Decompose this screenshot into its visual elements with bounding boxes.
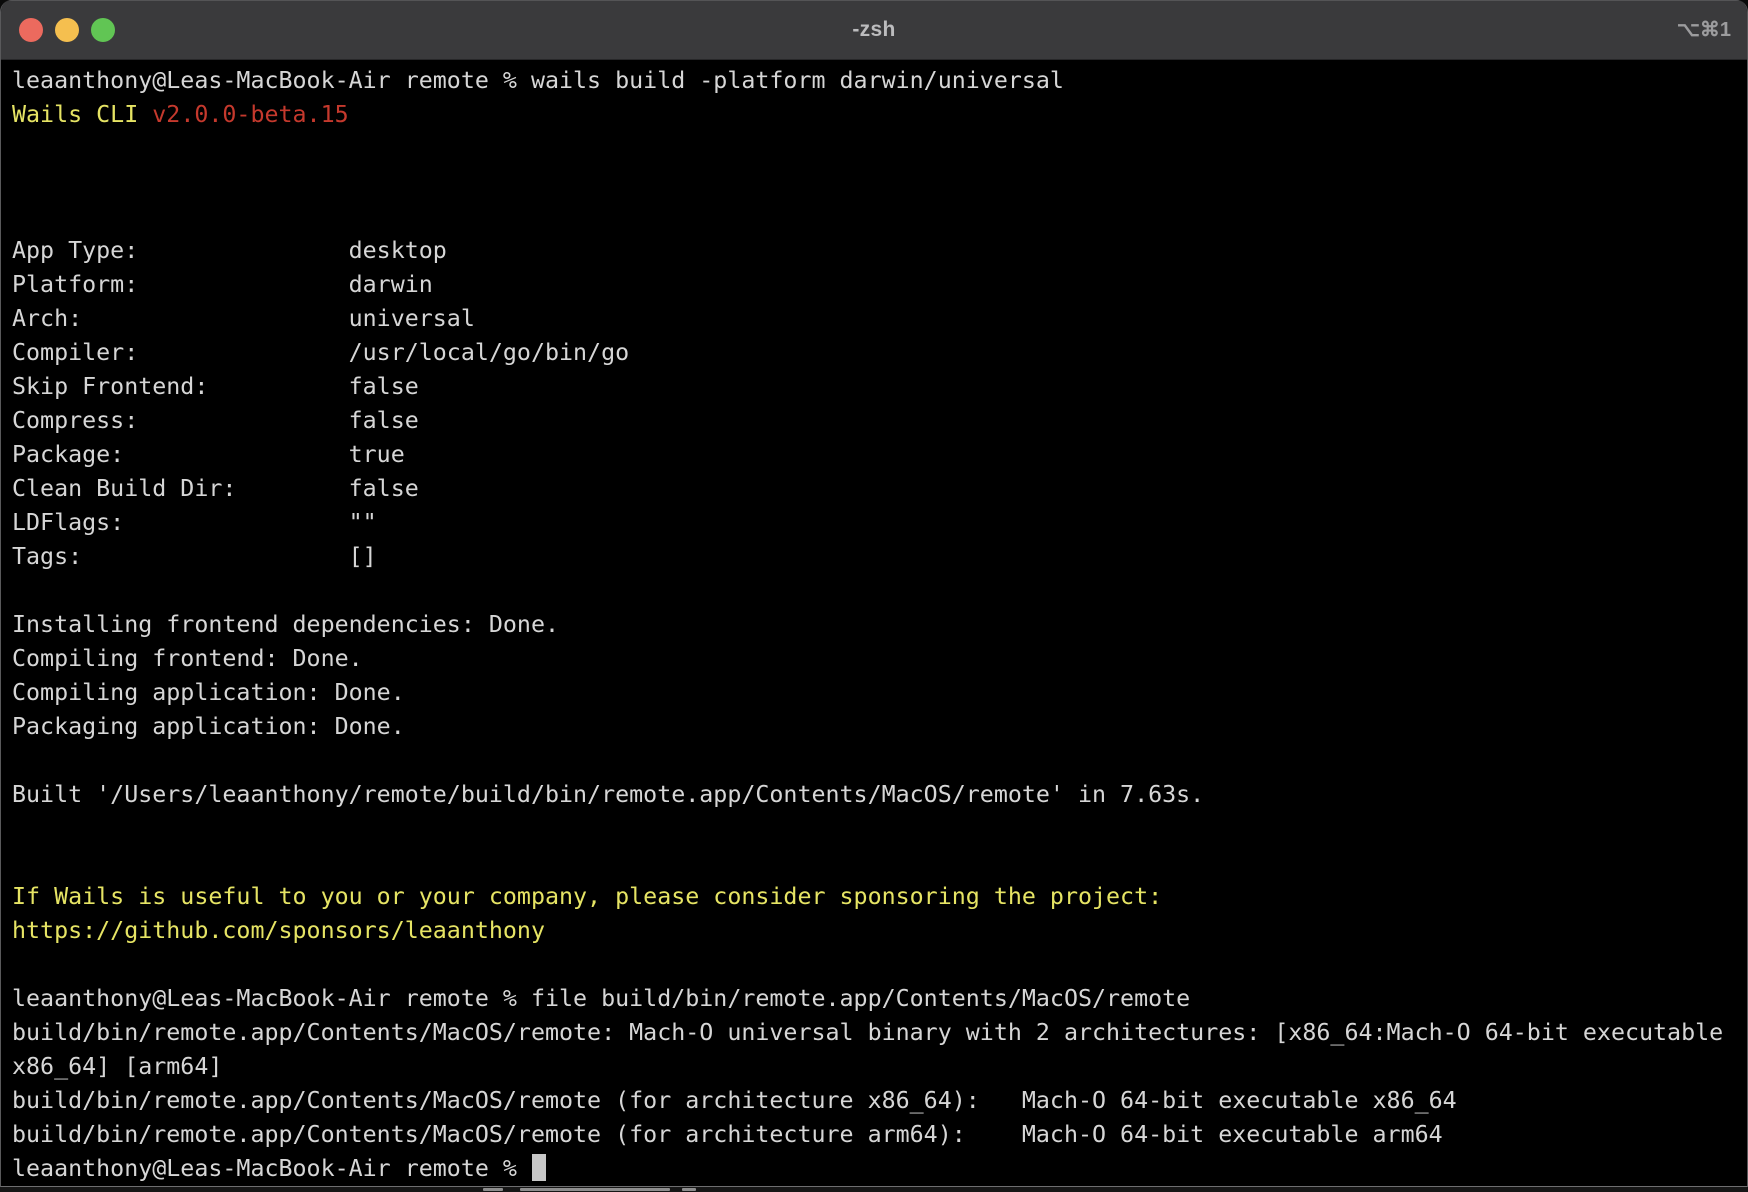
- terminal-line: [12, 846, 1747, 880]
- background-window-fragment: [483, 1188, 503, 1191]
- terminal-line: build/bin/remote.app/Contents/MacOS/remo…: [12, 1016, 1747, 1050]
- terminal-line: Package: true: [12, 438, 1747, 472]
- terminal-text-segment: Compiler: /usr/local/go/bin/go: [12, 339, 629, 366]
- terminal-text-segment: build/bin/remote.app/Contents/MacOS/remo…: [12, 1087, 1457, 1114]
- terminal-line: Tags: []: [12, 540, 1747, 574]
- terminal-text-segment: leaanthony@Leas-MacBook-Air remote %: [12, 1155, 531, 1182]
- terminal-line: Platform: darwin: [12, 268, 1747, 302]
- terminal-text-segment: If Wails is useful to you or your compan…: [12, 883, 1162, 910]
- terminal-line: x86_64] [arm64]: [12, 1050, 1747, 1084]
- terminal-line: [12, 948, 1747, 982]
- terminal-line: Compress: false: [12, 404, 1747, 438]
- terminal-line: leaanthony@Leas-MacBook-Air remote %: [12, 1152, 1747, 1186]
- terminal-text-segment: v2.0.0-beta.15: [152, 101, 348, 128]
- screenshot-stage: -zsh ⌥⌘1 leaanthony@Leas-MacBook-Air rem…: [0, 0, 1748, 1192]
- terminal-line: build/bin/remote.app/Contents/MacOS/remo…: [12, 1118, 1747, 1152]
- window-shortcut-badge: ⌥⌘1: [1677, 0, 1731, 59]
- terminal-text-segment: Compress: false: [12, 407, 419, 434]
- terminal-text-segment: build/bin/remote.app/Contents/MacOS/remo…: [12, 1019, 1723, 1046]
- terminal-line: [12, 812, 1747, 846]
- terminal-text-segment: Built '/Users/leaanthony/remote/build/bi…: [12, 781, 1204, 808]
- terminal-text-segment: build/bin/remote.app/Contents/MacOS/remo…: [12, 1121, 1443, 1148]
- terminal-line: leaanthony@Leas-MacBook-Air remote % fil…: [12, 982, 1747, 1016]
- terminal-text-segment: Skip Frontend: false: [12, 373, 419, 400]
- window-title: -zsh: [1, 18, 1747, 42]
- terminal-line: Wails CLI v2.0.0-beta.15: [12, 98, 1747, 132]
- terminal-text-segment: leaanthony@Leas-MacBook-Air remote % fil…: [12, 985, 1190, 1012]
- terminal-line: Compiling frontend: Done.: [12, 642, 1747, 676]
- terminal-line: [12, 744, 1747, 778]
- background-window-fragment: [682, 1188, 696, 1191]
- terminal-line: If Wails is useful to you or your compan…: [12, 880, 1747, 914]
- terminal-text-segment: Tags: []: [12, 543, 377, 570]
- terminal-text-segment: x86_64] [arm64]: [12, 1053, 222, 1080]
- terminal-line: [12, 132, 1747, 166]
- title-bar[interactable]: -zsh ⌥⌘1: [1, 0, 1747, 60]
- terminal-text-segment: https://github.com/sponsors/leaanthony: [12, 917, 545, 944]
- terminal-line: Packaging application: Done.: [12, 710, 1747, 744]
- terminal-line: LDFlags: "": [12, 506, 1747, 540]
- terminal-text-segment: Compiling frontend: Done.: [12, 645, 363, 672]
- terminal-line: App Type: desktop: [12, 234, 1747, 268]
- terminal-text-segment: Installing frontend dependencies: Done.: [12, 611, 559, 638]
- terminal-text-segment: App Type: desktop: [12, 237, 447, 264]
- terminal-text-segment: Package: true: [12, 441, 405, 468]
- background-window-sliver: [0, 1187, 1748, 1192]
- text-cursor: [532, 1154, 546, 1181]
- terminal-text-segment: Wails CLI: [12, 101, 152, 128]
- terminal-line: Built '/Users/leaanthony/remote/build/bi…: [12, 778, 1747, 812]
- terminal-line: [12, 166, 1747, 200]
- terminal-text-segment: Packaging application: Done.: [12, 713, 405, 740]
- terminal-line: Compiling application: Done.: [12, 676, 1747, 710]
- minimize-button[interactable]: [55, 18, 79, 42]
- terminal-line: Skip Frontend: false: [12, 370, 1747, 404]
- terminal-line: Compiler: /usr/local/go/bin/go: [12, 336, 1747, 370]
- traffic-lights: [19, 0, 115, 59]
- close-button[interactable]: [19, 18, 43, 42]
- terminal-text-segment: LDFlags: "": [12, 509, 377, 536]
- terminal-line: [12, 574, 1747, 608]
- terminal-line: leaanthony@Leas-MacBook-Air remote % wai…: [12, 64, 1747, 98]
- terminal-window: -zsh ⌥⌘1 leaanthony@Leas-MacBook-Air rem…: [0, 0, 1748, 1187]
- background-window-fragment: [520, 1188, 670, 1191]
- terminal-line: Arch: universal: [12, 302, 1747, 336]
- terminal-line: Installing frontend dependencies: Done.: [12, 608, 1747, 642]
- terminal-line: Clean Build Dir: false: [12, 472, 1747, 506]
- terminal-output[interactable]: leaanthony@Leas-MacBook-Air remote % wai…: [1, 60, 1747, 1186]
- terminal-text-segment: Platform: darwin: [12, 271, 433, 298]
- terminal-text-segment: Clean Build Dir: false: [12, 475, 419, 502]
- terminal-line: https://github.com/sponsors/leaanthony: [12, 914, 1747, 948]
- zoom-button[interactable]: [91, 18, 115, 42]
- terminal-text-segment: leaanthony@Leas-MacBook-Air remote % wai…: [12, 67, 1064, 94]
- terminal-line: [12, 200, 1747, 234]
- terminal-text-segment: Compiling application: Done.: [12, 679, 405, 706]
- terminal-line: build/bin/remote.app/Contents/MacOS/remo…: [12, 1084, 1747, 1118]
- terminal-text-segment: Arch: universal: [12, 305, 475, 332]
